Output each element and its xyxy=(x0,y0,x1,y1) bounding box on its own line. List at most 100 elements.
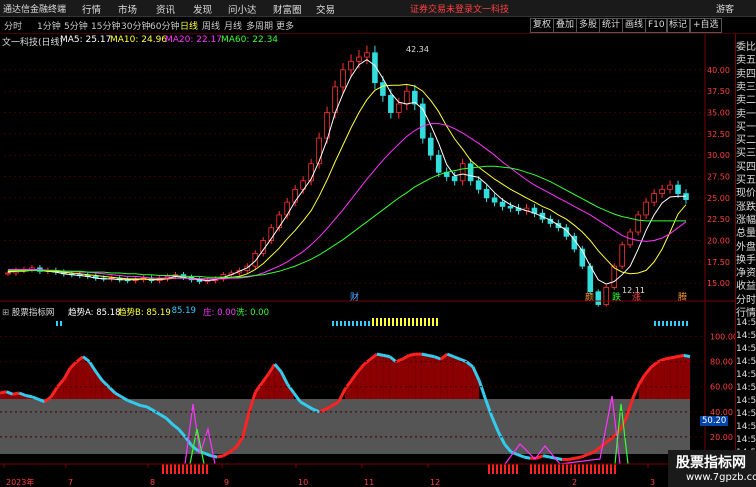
main-y-tick-label: 20.00 xyxy=(707,237,730,246)
side-panel-time: 14:5 xyxy=(736,383,756,393)
bottom-signal-bar xyxy=(508,464,510,474)
trend-a-label: 趋势A: 85.18 xyxy=(68,308,121,318)
period-5min[interactable]: 5分钟 xyxy=(64,19,88,32)
date-tick-label: 9 xyxy=(224,478,229,487)
current-value-tag: 50.20 xyxy=(700,416,729,426)
period-30min[interactable]: 30分钟 xyxy=(121,19,150,32)
main-y-tick-label: 27.50 xyxy=(707,173,730,182)
candle-down xyxy=(475,180,482,190)
menu-item-wealth[interactable]: 财富圈 xyxy=(273,2,302,16)
date-tick-label: 2023年 xyxy=(6,477,34,487)
candle-down xyxy=(427,137,434,156)
candle-up xyxy=(643,201,649,216)
watermark-title: 股票指标网 xyxy=(676,455,746,471)
bottom-signal-bar xyxy=(586,464,588,474)
bottom-signal-bar xyxy=(542,464,544,474)
side-panel-time: 14:5 xyxy=(736,422,756,432)
zhuang-label: 庄: 0.00 xyxy=(203,308,236,318)
trend-fill-segment xyxy=(83,356,90,400)
period-1min[interactable]: 1分钟 xyxy=(37,19,61,32)
period-daily[interactable]: 日线 xyxy=(180,19,198,32)
candle-down xyxy=(467,163,474,182)
multi-stock-button[interactable]: 多股 xyxy=(576,18,601,33)
guest-login[interactable]: 游客 xyxy=(716,2,734,15)
bottom-signal-bar xyxy=(202,464,204,474)
date-tick-label: 11 xyxy=(364,478,374,487)
bottom-signal-bar xyxy=(194,464,196,474)
menu-item-market[interactable]: 市场 xyxy=(118,2,137,16)
date-tick-label: 10 xyxy=(298,478,308,487)
candle-up xyxy=(651,193,657,203)
top-signal-bar xyxy=(376,318,378,326)
top-signal-bar xyxy=(364,321,366,326)
period-60min[interactable]: 60分钟 xyxy=(150,19,179,32)
title-bar xyxy=(0,0,756,17)
stock-tab[interactable]: 文一科技 xyxy=(473,2,509,15)
bottom-signal-bar xyxy=(198,464,200,474)
top-signal-bar xyxy=(662,321,664,326)
bottom-signal-bar xyxy=(550,464,552,474)
candle-up xyxy=(356,56,362,62)
main-y-tick-label: 17.50 xyxy=(707,258,730,267)
bottom-signal-bar xyxy=(578,464,580,474)
candle-up xyxy=(340,69,346,88)
top-signal-bar xyxy=(60,321,62,326)
menu-item-news[interactable]: 资讯 xyxy=(156,2,175,16)
menu-item-quotes[interactable]: 行情 xyxy=(82,2,101,16)
side-panel-time: 14:5 xyxy=(736,331,756,341)
chart-canvas[interactable]: 15.00 17.50 20.00 22.50 25.00 27.50 30.00 32.50… xyxy=(0,34,735,487)
candle-up xyxy=(252,252,259,267)
top-signal-bar xyxy=(654,321,656,326)
menu-item-ask[interactable]: 问小达 xyxy=(228,2,257,16)
main-y-tick-label: 30.00 xyxy=(707,151,730,160)
mark-button[interactable]: 标记 xyxy=(666,18,691,33)
top-signal-bar xyxy=(436,318,438,326)
f10-button[interactable]: F10 xyxy=(645,18,668,33)
trend-segment xyxy=(421,352,429,357)
top-signal-bar xyxy=(384,318,386,326)
trend-fill-segment xyxy=(370,354,377,400)
menu-item-discover[interactable]: 发现 xyxy=(193,2,212,16)
watermark-url: www.7gpzb.com xyxy=(686,472,756,483)
candle-up xyxy=(667,184,673,190)
top-signal-bar xyxy=(372,318,374,326)
side-panel-item[interactable]: 行情 xyxy=(736,304,756,319)
period-weekly[interactable]: 周线 xyxy=(202,19,220,32)
candle-up xyxy=(635,214,641,233)
candle-down xyxy=(483,188,490,199)
side-panel-time: 14:5 xyxy=(736,318,756,328)
candle-up xyxy=(659,188,665,194)
trend-segment xyxy=(676,353,684,359)
candle-up xyxy=(364,52,370,58)
bottom-signal-bar xyxy=(174,464,176,474)
main-y-tick-label: 37.50 xyxy=(707,87,730,96)
side-panel-time: 14:5 xyxy=(736,357,756,367)
bottom-signal-bar xyxy=(534,464,536,474)
add-watchlist-button[interactable]: +自选 xyxy=(690,18,722,33)
candle-up xyxy=(276,214,282,229)
menu-item-trade[interactable]: 交易 xyxy=(316,2,335,16)
period-multi[interactable]: 多周期 xyxy=(246,19,273,32)
bottom-signal-bar xyxy=(606,464,608,474)
indicator-y-tick-label: 60.00 xyxy=(710,383,733,392)
indicator-title: ⊞ 股票指标网 xyxy=(2,306,54,318)
period-monthly[interactable]: 月线 xyxy=(224,19,242,32)
period-more[interactable]: 更多 xyxy=(276,19,294,32)
top-signal-bar xyxy=(674,321,676,326)
overlay-button[interactable]: 叠加 xyxy=(553,18,578,33)
top-signal-bar xyxy=(352,321,354,326)
draw-button[interactable]: 画线 xyxy=(622,18,647,33)
adjust-button[interactable]: 复权 xyxy=(530,18,555,33)
candle-up xyxy=(292,188,298,203)
trend-segment xyxy=(477,379,487,400)
candle-up xyxy=(603,287,610,305)
period-15min[interactable]: 15分钟 xyxy=(91,19,120,32)
candle-down xyxy=(435,154,442,173)
trend-fill-segment xyxy=(447,354,454,400)
trend-segment xyxy=(25,394,33,399)
login-notice[interactable]: 证券交易未登录 xyxy=(410,2,473,15)
indicator-background xyxy=(0,399,690,454)
stats-button[interactable]: 统计 xyxy=(599,18,624,33)
trend-segment xyxy=(427,353,435,359)
period-intraday[interactable]: 分时 xyxy=(4,19,22,32)
